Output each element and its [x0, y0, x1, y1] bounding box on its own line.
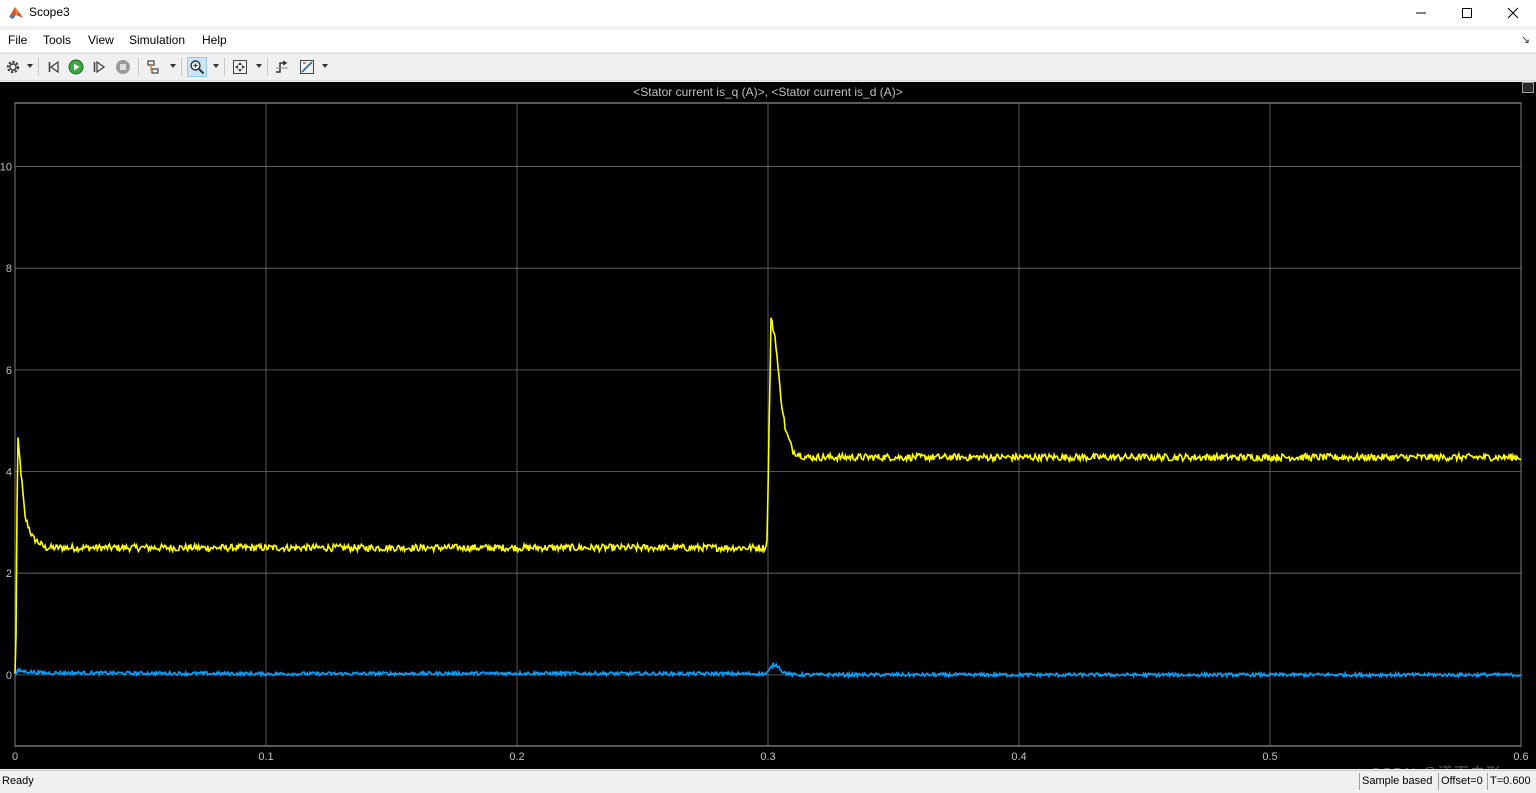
x-tick-label: 0.1 [258, 751, 273, 763]
status-ready: Ready [2, 775, 34, 787]
triggers-icon [276, 60, 288, 73]
undock-button[interactable] [1522, 82, 1534, 93]
menu-simulation[interactable]: Simulation [129, 33, 185, 47]
y-tick-label: 8 [6, 263, 12, 275]
y-tick-label: 10 [0, 162, 12, 174]
status-bar: Ready Sample based Offset=0 T=0.600 [0, 770, 1536, 793]
status-offset: Offset=0 [1438, 773, 1487, 790]
settings-dropdown-icon[interactable] [27, 64, 33, 68]
run-button[interactable] [66, 57, 86, 77]
scope-plot[interactable]: 0 0.1 0.2 0.3 0.4 0.5 0.6 0 2 4 6 8 10 [0, 82, 1536, 769]
menu-help[interactable]: Help [202, 33, 227, 47]
settings-button[interactable] [3, 57, 23, 77]
menu-tools[interactable]: Tools [43, 33, 71, 47]
x-tick-label: 0.2 [509, 751, 524, 763]
y-tick-label: 6 [6, 365, 12, 377]
toolbar-separator [181, 58, 182, 76]
x-tick-label: 0.3 [760, 751, 775, 763]
y-tick-label: 0 [6, 670, 12, 682]
y-tick-label: 4 [6, 467, 12, 479]
x-tick-label: 0.5 [1262, 751, 1277, 763]
measure-dropdown-icon[interactable] [322, 64, 328, 68]
step-back-button[interactable] [44, 57, 64, 77]
close-icon [1507, 7, 1519, 19]
toolbar-separator [224, 58, 225, 76]
maximize-icon [1462, 8, 1472, 18]
run-icon [68, 59, 84, 75]
highlight-dropdown-icon[interactable] [170, 64, 176, 68]
step-back-icon [48, 60, 59, 74]
menu-file[interactable]: File [8, 33, 27, 47]
y-tick-label: 2 [6, 568, 12, 580]
fit-dropdown-icon[interactable] [256, 64, 262, 68]
x-tick-label: 0 [12, 751, 18, 763]
stop-icon [116, 60, 130, 74]
minimize-icon [1416, 12, 1426, 14]
step-forward-icon [93, 60, 106, 74]
plot-title: <Stator current is_q (A)>, <Stator curre… [633, 85, 903, 99]
close-button[interactable] [1490, 0, 1536, 26]
window-title: Scope3 [29, 5, 70, 19]
window-titlebar: Scope3 [0, 0, 1536, 26]
x-tick-label: 0.6 [1513, 751, 1528, 763]
minimize-button[interactable] [1398, 0, 1444, 26]
measure-button[interactable] [297, 57, 317, 77]
x-tick-label: 0.4 [1011, 751, 1026, 763]
fit-to-view-button[interactable] [230, 57, 250, 77]
matlab-logo-icon [9, 7, 23, 19]
scope-display: 0 0.1 0.2 0.3 0.4 0.5 0.6 0 2 4 6 8 10 <Stator curre… [0, 82, 1536, 769]
maximize-button[interactable] [1444, 0, 1490, 26]
step-forward-button[interactable] [89, 57, 109, 77]
status-time: T=0.600 [1487, 773, 1535, 790]
zoom-icon [190, 60, 205, 75]
triggers-button[interactable] [272, 57, 292, 77]
zoom-button[interactable] [187, 57, 207, 77]
status-mode: Sample based [1359, 773, 1438, 790]
toolbar-separator [138, 58, 139, 76]
zoom-dropdown-icon[interactable] [213, 64, 219, 68]
gear-icon [6, 60, 20, 74]
highlight-signal-button[interactable] [144, 57, 164, 77]
menu-view[interactable]: View [88, 33, 114, 47]
toolbar [0, 53, 1536, 81]
fit-to-view-icon [233, 60, 247, 74]
stop-button[interactable] [113, 57, 133, 77]
menu-bar: File Tools View Simulation Help ↘ [0, 30, 1536, 52]
undock-arrow-icon[interactable]: ↘ [1521, 33, 1530, 46]
toolbar-separator [267, 58, 268, 76]
measure-icon [300, 60, 314, 74]
toolbar-separator [38, 58, 39, 76]
highlight-signal-icon [147, 60, 159, 74]
